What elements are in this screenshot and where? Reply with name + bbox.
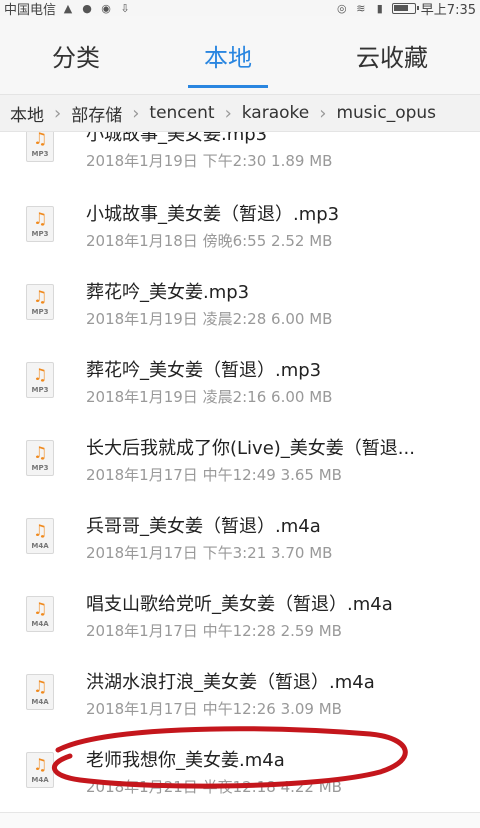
chevron-right-icon: › [54,102,62,124]
cell-signal-icon: ▮ [376,1,383,15]
list-item[interactable]: ♫ MP3 长大后我就成了你(Live)_美女姜（暂退... 2018年1月17日… [0,424,480,502]
list-item[interactable]: ♫ M4A 老师我想你_美女姜.m4a 2018年1月21日 半夜12:18 4.… [0,736,480,814]
file-ext-label: M4A [31,620,49,628]
file-meta: 2018年1月21日 半夜12:18 4.22 MB [86,778,342,796]
chevron-right-icon: › [224,102,232,124]
file-ext-label: MP3 [31,386,49,394]
tab-local[interactable]: 本地 [186,16,270,94]
file-meta: 2018年1月19日 凌晨2:28 6.00 MB [86,310,333,328]
file-name: 老师我想你_美女姜.m4a [86,750,285,771]
file-name: 长大后我就成了你(Live)_美女姜（暂退... [86,438,415,459]
list-item[interactable]: ♫ M4A 唱支山歌给党听_美女姜（暂退）.m4a 2018年1月17日 中午12… [0,580,480,658]
chevron-right-icon: › [132,102,140,124]
breadcrumb-item-tencent[interactable]: tencent [149,103,214,123]
chevron-right-icon: › [319,102,327,124]
file-ext-label: MP3 [31,308,49,316]
file-name: 小城故事_美女姜（暂退）.mp3 [86,204,340,225]
audio-file-icon: ♫ M4A [26,518,54,554]
status-left: 中国电信 ▲ ● ◉ ⇩ [4,0,132,18]
file-name: 唱支山歌给党听_美女姜（暂退）.m4a [86,594,393,615]
audio-file-icon: ♫ MP3 [26,362,54,398]
audio-file-icon: ♫ MP3 [26,284,54,320]
breadcrumb-item-storage[interactable]: 部存储 [71,101,122,126]
tab-cloud-favorites[interactable]: 云收藏 [338,16,446,94]
file-meta: 2018年1月17日 中午12:28 2.59 MB [86,622,342,640]
audio-file-icon: ♫ MP3 [26,206,54,242]
file-ext-label: M4A [31,776,49,784]
breadcrumb-item-music-opus[interactable]: music_opus [336,103,436,123]
status-bar: 中国电信 ▲ ● ◉ ⇩ ◎ ≋ ▮ 早上7:35 [0,0,480,18]
tab-category[interactable]: 分类 [34,16,118,94]
file-name: 葬花吟_美女姜.mp3 [86,282,250,303]
carrier-label: 中国电信 [4,2,57,18]
file-meta: 2018年1月19日 凌晨2:16 6.00 MB [86,388,333,406]
file-meta: 2018年1月17日 中午12:49 3.65 MB [86,466,342,484]
list-item[interactable]: ♫ M4A 洪湖水浪打浪_美女姜（暂退）.m4a 2018年1月17日 中午12:… [0,658,480,736]
file-ext-label: MP3 [31,464,49,472]
signal-icon: ▲ [63,1,73,15]
battery-icon [391,2,419,14]
status-right: ◎ ≋ ▮ 早上7:35 [335,0,476,18]
list-item[interactable]: ♫ MP3 小城故事_美女姜（暂退）.mp3 2018年1月18日 傍晚6:55 … [0,190,480,268]
file-name: 洪湖水浪打浪_美女姜（暂退）.m4a [86,672,375,693]
audio-file-icon: ♫ MP3 [26,132,54,162]
file-meta: 2018年1月17日 中午12:26 3.09 MB [86,700,342,718]
download-icon: ⇩ [120,1,130,15]
list-item[interactable]: ♫ MP3 小城故事_美女姜.mp3 2018年1月19日 下午2:30 1.89… [0,132,480,188]
list-item[interactable]: ♫ MP3 葬花吟_美女姜（暂退）.mp3 2018年1月19日 凌晨2:16 6… [0,346,480,424]
file-name: 小城故事_美女姜.mp3 [86,132,268,145]
file-ext-label: MP3 [31,150,49,158]
file-meta: 2018年1月17日 下午3:21 3.70 MB [86,544,333,562]
breadcrumb-item-local[interactable]: 本地 [10,101,44,126]
file-ext-label: M4A [31,542,49,550]
breadcrumb-item-karaoke[interactable]: karaoke [242,103,309,123]
audio-file-icon: ♫ MP3 [26,440,54,476]
file-meta: 2018年1月19日 下午2:30 1.89 MB [86,152,333,170]
wifi-icon: ≋ [356,1,366,15]
file-ext-label: M4A [31,698,49,706]
compass-icon: ● [82,1,92,15]
file-ext-label: MP3 [31,230,49,238]
wechat-icon: ◉ [101,1,111,15]
bottom-toolbar [0,812,480,828]
list-item[interactable]: ♫ M4A 兵哥哥_美女姜（暂退）.m4a 2018年1月17日 下午3:21 3… [0,502,480,580]
audio-file-icon: ♫ M4A [26,596,54,632]
file-name: 葬花吟_美女姜（暂退）.mp3 [86,360,322,381]
breadcrumb: 本地 › 部存储 › tencent › karaoke › music_opu… [0,94,480,132]
eye-icon: ◎ [336,1,347,15]
file-list: ♫ MP3 小城故事_美女姜.mp3 2018年1月19日 下午2:30 1.89… [0,132,480,828]
audio-file-icon: ♫ M4A [26,674,54,710]
clock-label: 早上7:35 [420,2,476,18]
list-item[interactable]: ♫ MP3 葬花吟_美女姜.mp3 2018年1月19日 凌晨2:28 6.00 … [0,268,480,346]
file-meta: 2018年1月18日 傍晚6:55 2.52 MB [86,232,333,250]
file-name: 兵哥哥_美女姜（暂退）.m4a [86,516,321,537]
tab-bar: 分类 本地 云收藏 [0,16,480,94]
audio-file-icon: ♫ M4A [26,752,54,788]
